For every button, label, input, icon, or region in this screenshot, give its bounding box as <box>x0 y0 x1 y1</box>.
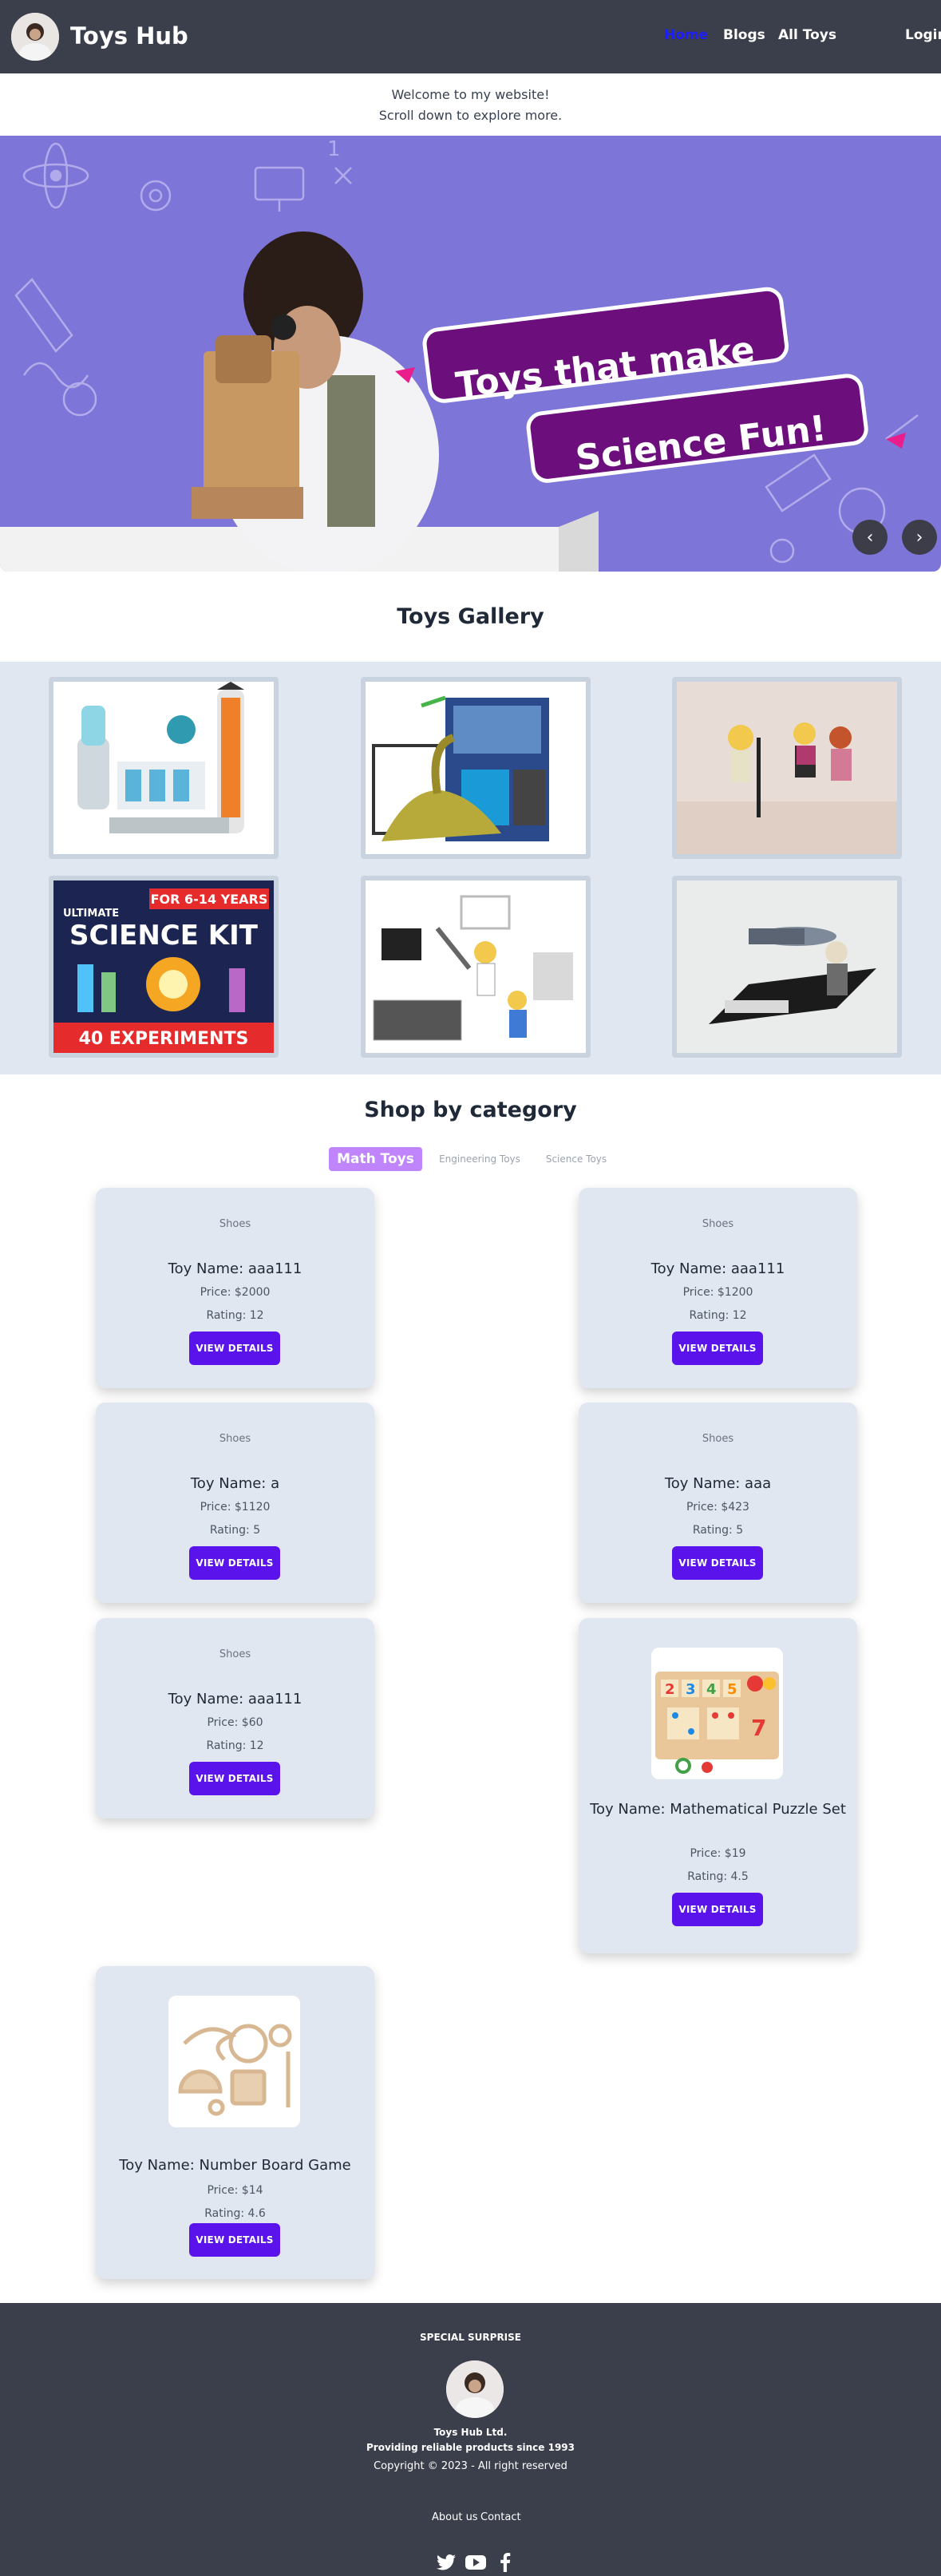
shop-title: Shop by category <box>364 1098 577 1122</box>
hero-banner: 1 Toys that make Science Fun! ‹ › <box>0 136 941 572</box>
gallery-image-dinosaur-lab <box>366 682 586 854</box>
view-details-button[interactable]: VIEW DETAILS <box>672 1546 763 1580</box>
product-rating: Rating: 4.6 <box>204 2207 266 2220</box>
tab-science-toys[interactable]: Science Toys <box>538 1147 615 1171</box>
nav-login[interactable]: Login <box>905 27 941 43</box>
gallery-image-space-station <box>53 682 274 854</box>
footer-link-contact[interactable]: Contact <box>480 2511 521 2523</box>
navbar: Toys Hub Home Blogs All Toys Login <box>0 0 941 73</box>
gallery-tile-1[interactable] <box>49 677 279 859</box>
product-price: Price: $423 <box>686 1501 749 1514</box>
gallery-image-lab-minifigs <box>366 880 586 1053</box>
product-price: Price: $2000 <box>200 1286 271 1299</box>
nav-home[interactable]: Home <box>664 27 708 43</box>
product-name: Toy Name: aaa111 <box>168 1691 302 1707</box>
gallery-tile-4[interactable]: FOR 6-14 YEARS ULTIMATE SCIENCE KIT 40 E… <box>49 876 279 1058</box>
footer-tagline: Providing reliable products since 1993 <box>366 2442 575 2453</box>
product-name: Toy Name: Mathematical Puzzle Set <box>590 1801 846 1818</box>
product-price: Price: $60 <box>207 1716 263 1729</box>
welcome-line-2: Scroll down to explore more. <box>378 108 563 123</box>
view-details-button[interactable]: VIEW DETAILS <box>189 1332 280 1365</box>
view-details-button[interactable]: VIEW DETAILS <box>672 1893 763 1926</box>
kit-age-badge: FOR 6-14 YEARS <box>151 892 268 907</box>
product-name: Toy Name: a <box>190 1475 280 1492</box>
footer-link-about[interactable]: About us <box>432 2511 478 2523</box>
svg-text:5: 5 <box>727 1681 737 1698</box>
broken-image-alt: Shoes <box>219 1648 251 1660</box>
product-rating: Rating: 5 <box>209 1524 261 1537</box>
twitter-icon[interactable] <box>436 2552 457 2573</box>
gallery-image-minifigures <box>677 682 897 854</box>
logo-avatar[interactable] <box>11 13 59 61</box>
welcome-message: Welcome to my website! Scroll down to ex… <box>0 85 941 126</box>
nav-blogs[interactable]: Blogs <box>723 27 765 43</box>
product-price: Price: $14 <box>207 2184 263 2197</box>
svg-text:1: 1 <box>327 137 341 161</box>
gallery-image-scientist-display <box>677 880 897 1053</box>
gallery-title: Toys Gallery <box>397 604 544 629</box>
view-details-button[interactable]: VIEW DETAILS <box>672 1332 763 1365</box>
product-rating: Rating: 4.5 <box>687 1870 749 1883</box>
product-rating: Rating: 12 <box>689 1309 747 1322</box>
footer-company: Toys Hub Ltd. <box>433 2427 508 2438</box>
product-rating: Rating: 12 <box>206 1739 264 1752</box>
product-card: Shoes Toy Name: aaa111 Price: $2000 Rati… <box>96 1188 374 1388</box>
product-image-math-puzzle: 2 3 4 5 7 <box>651 1648 783 1779</box>
footer-copyright: Copyright © 2023 - All right reserved <box>374 2460 567 2472</box>
product-name: Toy Name: aaa <box>664 1475 772 1492</box>
tab-engineering-toys[interactable]: Engineering Toys <box>433 1147 526 1171</box>
footer-logo-avatar <box>446 2360 504 2418</box>
gallery-tile-5[interactable] <box>361 876 591 1058</box>
product-price: Price: $19 <box>690 1847 746 1860</box>
carousel-next-button[interactable]: › <box>902 520 937 555</box>
footer-heading: SPECIAL SURPRISE <box>420 2332 521 2343</box>
gallery-tile-2[interactable] <box>361 677 591 859</box>
kit-top-label: ULTIMATE <box>63 908 119 920</box>
hero-illustration: 1 Toys that make Science Fun! <box>0 137 919 572</box>
product-name: Toy Name: Number Board Game <box>119 2157 351 2174</box>
product-card: Shoes Toy Name: aaa Price: $423 Rating: … <box>579 1403 857 1603</box>
broken-image-alt: Shoes <box>702 1218 734 1230</box>
gallery-tile-6[interactable] <box>672 876 902 1058</box>
product-price: Price: $1120 <box>200 1501 271 1514</box>
product-card: Shoes Toy Name: aaa111 Price: $60 Rating… <box>96 1618 374 1818</box>
product-name: Toy Name: aaa111 <box>168 1260 302 1277</box>
brand-name[interactable]: Toys Hub <box>70 22 188 49</box>
broken-image-alt: Shoes <box>219 1218 251 1230</box>
product-name: Toy Name: aaa111 <box>650 1260 785 1277</box>
carousel-prev-button[interactable]: ‹ <box>852 520 888 555</box>
kit-title: SCIENCE KIT <box>69 920 259 952</box>
product-image-number-board <box>168 1996 300 2127</box>
nav-all-toys[interactable]: All Toys <box>778 27 836 43</box>
product-card: 2 3 4 5 7 Toy Name: Mathematical Puzzle … <box>579 1618 857 1953</box>
facebook-icon[interactable] <box>495 2552 516 2573</box>
product-rating: Rating: 5 <box>692 1524 744 1537</box>
gallery-tile-3[interactable] <box>672 677 902 859</box>
kit-bottom-label: 40 EXPERIMENTS <box>79 1029 249 1049</box>
svg-text:4: 4 <box>706 1681 717 1698</box>
youtube-icon[interactable] <box>465 2552 486 2573</box>
svg-text:7: 7 <box>751 1715 766 1741</box>
view-details-button[interactable]: VIEW DETAILS <box>189 1762 280 1795</box>
product-rating: Rating: 12 <box>206 1309 264 1322</box>
welcome-line-1: Welcome to my website! <box>391 87 550 102</box>
view-details-button[interactable]: VIEW DETAILS <box>189 1546 280 1580</box>
broken-image-alt: Shoes <box>702 1433 734 1445</box>
gallery-image-science-kit: FOR 6-14 YEARS ULTIMATE SCIENCE KIT 40 E… <box>53 880 274 1053</box>
view-details-button[interactable]: VIEW DETAILS <box>189 2223 280 2257</box>
svg-text:3: 3 <box>686 1681 696 1698</box>
product-card: Shoes Toy Name: aaa111 Price: $1200 Rati… <box>579 1188 857 1388</box>
product-price: Price: $1200 <box>682 1286 753 1299</box>
svg-text:2: 2 <box>665 1681 675 1698</box>
broken-image-alt: Shoes <box>219 1433 251 1445</box>
product-card: Toy Name: Number Board Game Price: $14 R… <box>96 1966 374 2279</box>
tab-math-toys[interactable]: Math Toys <box>329 1147 422 1171</box>
footer: SPECIAL SURPRISE Toys Hub Ltd. Providing… <box>0 2303 941 2576</box>
product-card: Shoes Toy Name: a Price: $1120 Rating: 5… <box>96 1403 374 1603</box>
